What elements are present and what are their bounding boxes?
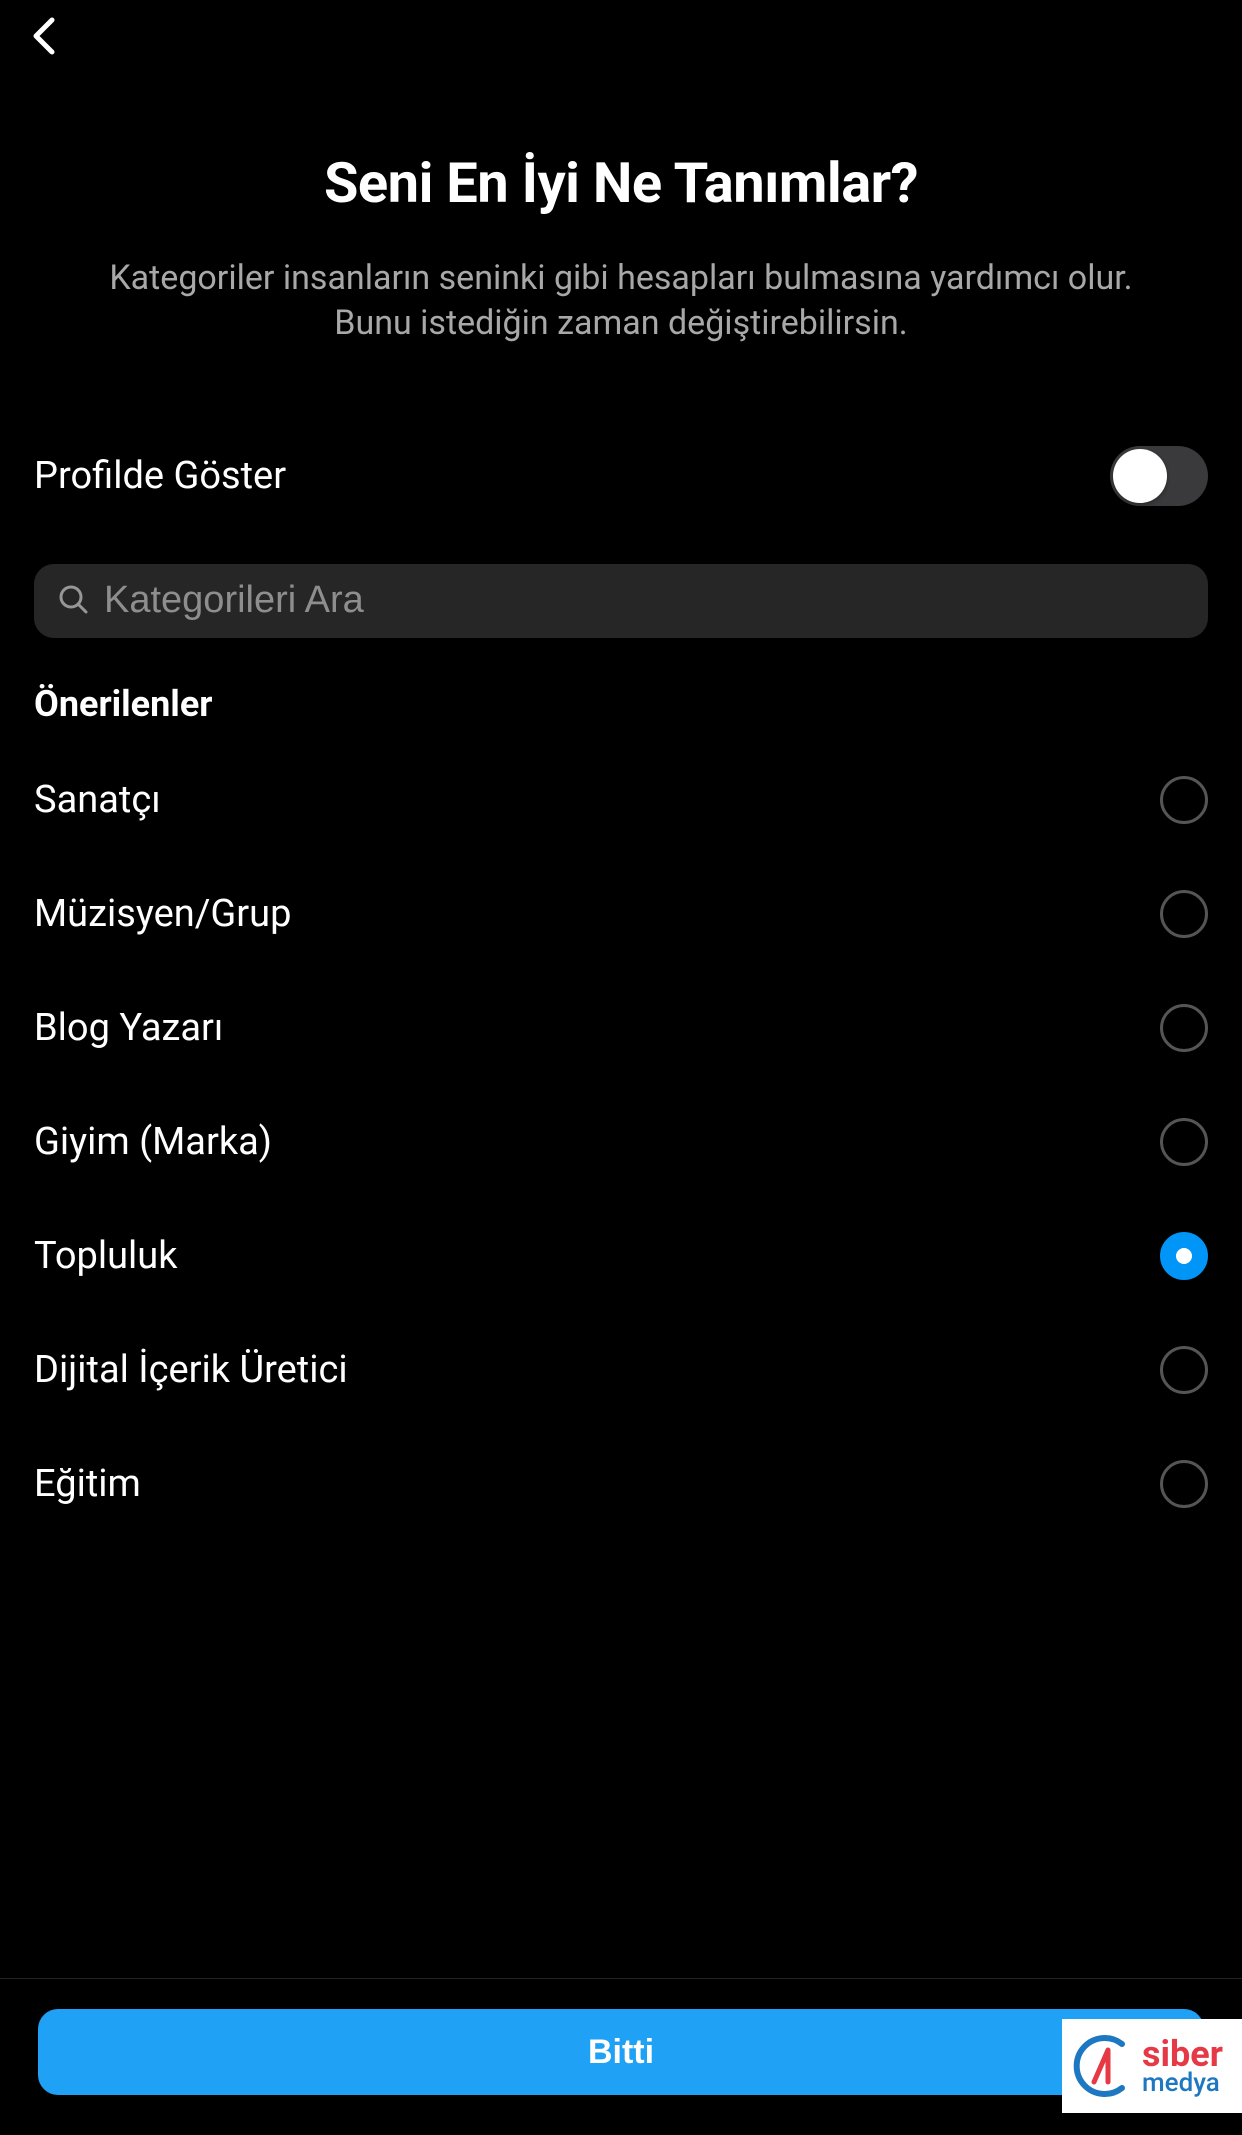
category-item-musician[interactable]: Müzisyen/Grup: [34, 857, 1208, 971]
show-on-profile-toggle[interactable]: [1110, 446, 1208, 506]
radio-unchecked: [1160, 1460, 1208, 1508]
radio-unchecked: [1160, 890, 1208, 938]
search-icon: [58, 584, 88, 618]
radio-unchecked: [1160, 1004, 1208, 1052]
category-item-clothing[interactable]: Giyim (Marka): [34, 1085, 1208, 1199]
category-item-blogger[interactable]: Blog Yazarı: [34, 971, 1208, 1085]
watermark-logo-icon: [1072, 2034, 1136, 2098]
watermark-text-line1: siber: [1142, 2037, 1223, 2071]
category-label: Müzisyen/Grup: [34, 892, 291, 936]
page-subtitle: Kategoriler insanların seninki gibi hesa…: [40, 256, 1202, 346]
radio-checked: [1160, 1232, 1208, 1280]
category-item-artist[interactable]: Sanatçı: [34, 743, 1208, 857]
category-label: Sanatçı: [34, 778, 161, 822]
search-input[interactable]: [104, 579, 1184, 622]
show-on-profile-label: Profilde Göster: [34, 454, 286, 498]
suggested-heading: Önerilenler: [34, 683, 1208, 725]
category-item-digital-creator[interactable]: Dijital İçerik Üretici: [34, 1313, 1208, 1427]
category-label: Dijital İçerik Üretici: [34, 1348, 348, 1392]
done-button[interactable]: Bitti: [38, 2009, 1204, 2095]
watermark: siber medya: [1062, 2019, 1242, 2113]
page-title: Seni En İyi Ne Tanımlar?: [40, 150, 1202, 216]
category-label: Eğitim: [34, 1462, 141, 1506]
radio-unchecked: [1160, 1346, 1208, 1394]
watermark-text-line2: medya: [1142, 2071, 1223, 2096]
search-container[interactable]: [34, 564, 1208, 638]
category-label: Giyim (Marka): [34, 1120, 272, 1164]
toggle-knob: [1113, 449, 1167, 503]
category-label: Topluluk: [34, 1234, 177, 1278]
back-button[interactable]: [24, 16, 64, 56]
radio-unchecked: [1160, 776, 1208, 824]
chevron-left-icon: [30, 16, 58, 56]
radio-unchecked: [1160, 1118, 1208, 1166]
category-item-community[interactable]: Topluluk: [34, 1199, 1208, 1313]
category-item-education[interactable]: Eğitim: [34, 1427, 1208, 1541]
category-label: Blog Yazarı: [34, 1006, 223, 1050]
category-list: Sanatçı Müzisyen/Grup Blog Yazarı Giyim …: [34, 743, 1208, 1541]
